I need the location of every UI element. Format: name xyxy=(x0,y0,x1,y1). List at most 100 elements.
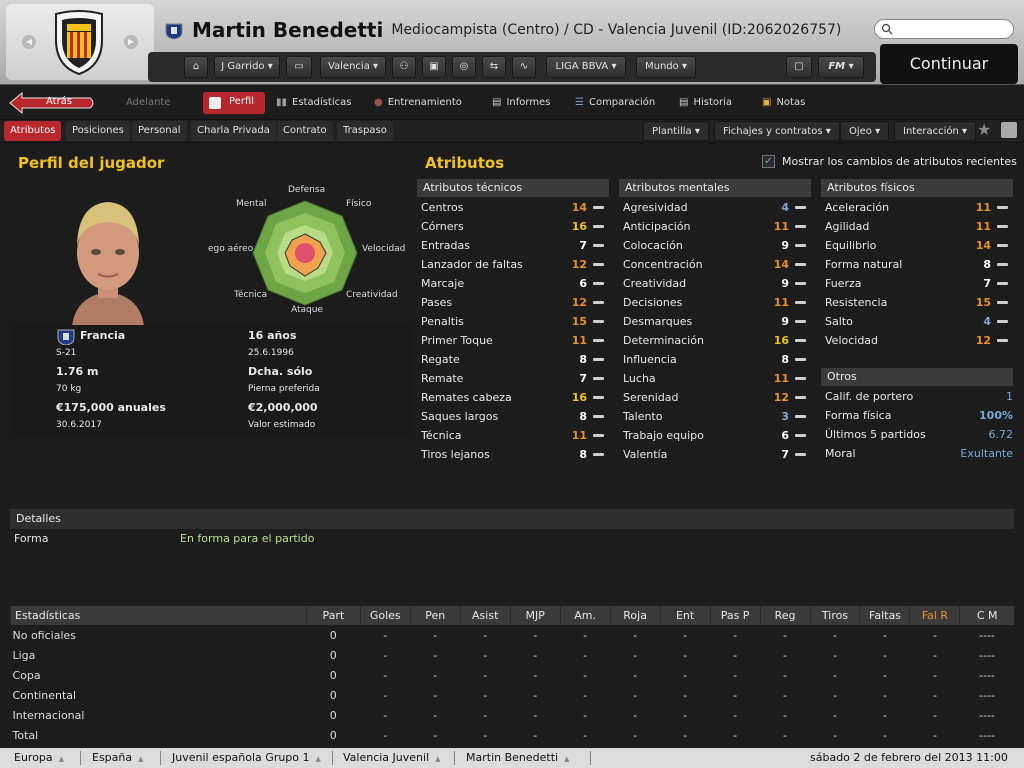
subtab-traspaso[interactable]: Traspaso xyxy=(337,121,393,141)
stats-column-header[interactable]: Pen xyxy=(409,606,461,625)
attribute-row[interactable]: Lanzador de faltas 12 xyxy=(417,255,609,274)
attribute-row[interactable]: Agilidad 11 xyxy=(821,217,1013,236)
attribute-row[interactable]: Saques largos 8 xyxy=(417,407,609,426)
tab-historia[interactable]: ▤ Historia xyxy=(679,88,732,118)
attribute-row[interactable]: Velocidad 12 xyxy=(821,331,1013,350)
attribute-row[interactable]: Serenidad 12 xyxy=(619,388,811,407)
attribute-row[interactable]: Fuerza 7 xyxy=(821,274,1013,293)
squad-icon[interactable]: ⚇ xyxy=(392,56,416,78)
attribute-row[interactable]: Resistencia 15 xyxy=(821,293,1013,312)
home-icon[interactable]: ⌂ xyxy=(184,56,208,78)
league-dropdown[interactable]: LIGA BBVA ▾ xyxy=(546,56,626,78)
stats-column-header[interactable]: Ent xyxy=(659,606,711,625)
attribute-row[interactable]: Anticipación 11 xyxy=(619,217,811,236)
attribute-row[interactable]: Entradas 7 xyxy=(417,236,609,255)
stats-column-header[interactable]: Fal R xyxy=(909,606,960,625)
attribute-row[interactable]: Pases 12 xyxy=(417,293,609,312)
attribute-row[interactable]: Primer Toque 11 xyxy=(417,331,609,350)
plantilla-dropdown[interactable]: Plantilla ▾ xyxy=(643,121,709,141)
chart-icon[interactable]: ∿ xyxy=(512,56,536,78)
subtab-contrato[interactable]: Contrato xyxy=(277,121,333,141)
attribute-row[interactable]: Técnica 11 xyxy=(417,426,609,445)
table-row[interactable]: Copa 0- - - - - - - - - - - - ---- xyxy=(11,665,1015,685)
club-dropdown[interactable]: Valencia ▾ xyxy=(320,56,386,78)
attribute-row[interactable]: Trabajo equipo 6 xyxy=(619,426,811,445)
stats-column-header[interactable]: Faltas xyxy=(859,606,910,625)
tab-perfil[interactable]: Perfil xyxy=(203,92,265,114)
forward-button[interactable]: Adelante xyxy=(126,88,170,118)
scout-icon[interactable]: ◎ xyxy=(452,56,476,78)
stats-column-header[interactable]: Am. xyxy=(559,606,611,625)
search-input[interactable] xyxy=(874,19,1014,39)
table-row[interactable]: No oficiales 0- - - - - - - - - - - - ---- xyxy=(11,625,1015,645)
crumb-espana[interactable]: España ▲ xyxy=(92,748,144,768)
interaccion-dropdown[interactable]: Interacción ▾ xyxy=(894,121,977,141)
attribute-row[interactable]: Centros 14 xyxy=(417,198,609,217)
attribute-row[interactable]: Talento 3 xyxy=(619,407,811,426)
crumb-europa[interactable]: Europa ▲ xyxy=(14,748,64,768)
save-icon[interactable]: ▣ xyxy=(422,56,446,78)
back-button[interactable]: Atrás xyxy=(8,92,96,114)
fm-menu[interactable]: FM ▾ xyxy=(818,56,864,78)
star-icon[interactable]: ★ xyxy=(977,120,991,139)
table-row[interactable]: Total 0- - - - - - - - - - - - ---- xyxy=(11,725,1015,745)
attribute-row[interactable]: Determinación 16 xyxy=(619,331,811,350)
tab-entrenamiento[interactable]: ● Entrenamiento xyxy=(374,88,462,118)
next-arrow-icon[interactable]: ▶ xyxy=(124,35,138,49)
club-crest-icon[interactable] xyxy=(52,10,106,76)
crumb-grupo[interactable]: Juvenil española Grupo 1 ▲ xyxy=(172,748,321,768)
attribute-row[interactable]: Calif. de portero 1 xyxy=(821,387,1013,406)
attribute-row[interactable]: Concentración 14 xyxy=(619,255,811,274)
crumb-club[interactable]: Valencia Juvenil ▲ xyxy=(343,748,441,768)
attribute-row[interactable]: Remates cabeza 16 xyxy=(417,388,609,407)
attribute-row[interactable]: Equilibrio 14 xyxy=(821,236,1013,255)
attribute-row[interactable]: Últimos 5 partidos 6.72 xyxy=(821,425,1013,444)
stats-column-header[interactable]: Pas P xyxy=(709,606,761,625)
attribute-row[interactable]: Colocación 9 xyxy=(619,236,811,255)
stats-column-header[interactable]: Reg xyxy=(759,606,811,625)
crumb-player[interactable]: Martin Benedetti ▲ xyxy=(466,748,569,768)
window-icon[interactable]: ▢ xyxy=(786,56,812,78)
tab-informes[interactable]: ▤ Informes xyxy=(492,88,550,118)
continue-button[interactable]: Continuar xyxy=(880,44,1018,84)
stats-column-header[interactable]: Roja xyxy=(609,606,661,625)
table-row[interactable]: Continental 0- - - - - - - - - - - - ---- xyxy=(11,685,1015,705)
subtab-posiciones[interactable]: Posiciones xyxy=(66,121,130,141)
attribute-row[interactable]: Forma natural 8 xyxy=(821,255,1013,274)
fichajes-dropdown[interactable]: Fichajes y contratos ▾ xyxy=(714,121,840,141)
subtab-personal[interactable]: Personal xyxy=(132,121,187,141)
attribute-row[interactable]: Desmarques 9 xyxy=(619,312,811,331)
notepad-icon[interactable] xyxy=(1001,122,1017,138)
attribute-row[interactable]: Remate 7 xyxy=(417,369,609,388)
tab-estadisticas[interactable]: ▮▮ Estadísticas xyxy=(276,88,351,118)
attribute-row[interactable]: Aceleración 11 xyxy=(821,198,1013,217)
attribute-row[interactable]: Creatividad 9 xyxy=(619,274,811,293)
attribute-row[interactable]: Marcaje 6 xyxy=(417,274,609,293)
attribute-row[interactable]: Valentía 7 xyxy=(619,445,811,464)
attribute-row[interactable]: Tiros lejanos 8 xyxy=(417,445,609,464)
attribute-row[interactable]: Forma física 100% xyxy=(821,406,1013,425)
attribute-row[interactable]: Lucha 11 xyxy=(619,369,811,388)
manager-dropdown[interactable]: J Garrido ▾ xyxy=(214,56,280,78)
transfer-icon[interactable]: ⇆ xyxy=(482,56,506,78)
attribute-row[interactable]: Decisiones 11 xyxy=(619,293,811,312)
tab-comparacion[interactable]: ☰ Comparación xyxy=(575,88,655,118)
attribute-row[interactable]: Córners 16 xyxy=(417,217,609,236)
stats-column-header[interactable]: Tiros xyxy=(809,606,860,625)
attribute-row[interactable]: Penaltis 15 xyxy=(417,312,609,331)
stats-column-header[interactable]: Goles xyxy=(359,606,411,625)
attribute-row[interactable]: Salto 4 xyxy=(821,312,1013,331)
attribute-row[interactable]: Moral Exultante xyxy=(821,444,1013,463)
inbox-icon[interactable]: ▭ xyxy=(286,56,312,78)
stats-column-header[interactable]: Part xyxy=(305,606,361,625)
stats-column-header[interactable]: MJP xyxy=(509,606,561,625)
subtab-charla-privada[interactable]: Charla Privada xyxy=(191,121,276,141)
previous-arrow-icon[interactable]: ◀ xyxy=(22,35,36,49)
table-row[interactable]: Internacional 0- - - - - - - - - - - - ---- xyxy=(11,705,1015,725)
world-dropdown[interactable]: Mundo ▾ xyxy=(636,56,696,78)
table-row[interactable]: Liga 0- - - - - - - - - - - - ---- xyxy=(11,645,1015,665)
ojeo-dropdown[interactable]: Ojeo ▾ xyxy=(840,121,890,141)
subtab-atributos[interactable]: Atributos xyxy=(4,121,62,141)
stats-column-header[interactable]: C M xyxy=(959,606,1014,625)
attribute-row[interactable]: Agresividad 4 xyxy=(619,198,811,217)
